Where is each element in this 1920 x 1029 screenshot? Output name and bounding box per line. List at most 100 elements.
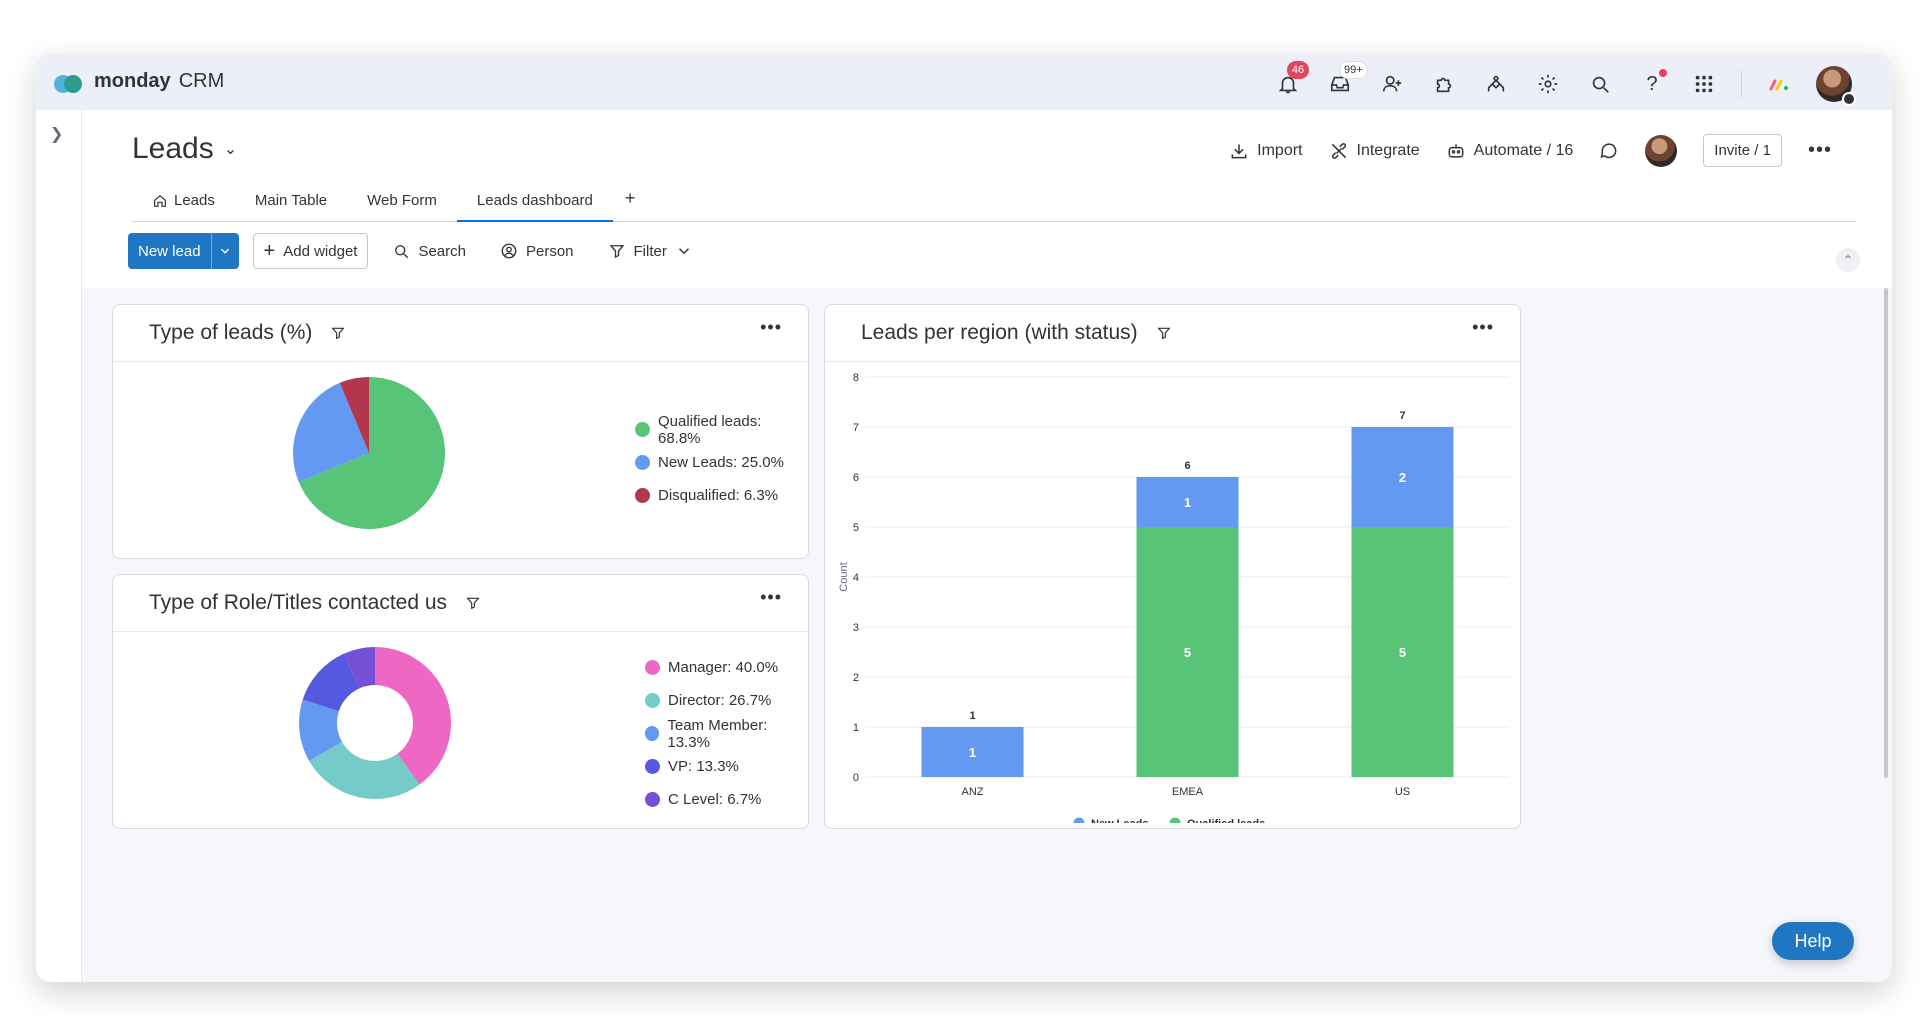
x-tick-label: EMEA [1172, 786, 1204, 798]
roles-legend: Manager: 40.0% Director: 26.7% Team Memb… [645, 651, 808, 816]
legend-label: Disqualified: 6.3% [658, 487, 779, 504]
apps-grid-button[interactable] [1689, 69, 1719, 99]
new-lead-dropdown[interactable] [210, 233, 239, 269]
tab-label: Web Form [367, 192, 437, 209]
legend-swatch [1169, 817, 1181, 823]
legend-label: Qualified leads: 68.8% [657, 412, 762, 447]
widget-title-text: Type of Role/Titles contacted us [149, 591, 448, 614]
bar-total-label: 6 [1184, 460, 1190, 472]
widget-title: Type of Role/Titles contacted us [149, 591, 481, 615]
legend-swatch [645, 792, 660, 807]
legend-label: C Level: 6.7% [668, 791, 762, 808]
tab-leads[interactable]: Leads [132, 192, 235, 221]
y-tick-label: 6 [853, 472, 859, 484]
widget-menu-icon[interactable]: ••• [760, 587, 782, 608]
puzzle-icon [1436, 77, 1452, 93]
region-bar-chart: 0 1 2 3 4 5 6 7 8 Count 1 1 ANZ 5 1 6 EMEA 5 2 7 US New Leads… [838, 372, 1510, 823]
widget-type-of-leads: Type of leads (%) ••• Qualified leads: 6… [112, 304, 809, 559]
comment-icon [1600, 142, 1617, 158]
y-tick-label: 4 [853, 572, 859, 584]
person-circle-icon [501, 243, 517, 259]
widget-title: Leads per region (with status) [861, 321, 1172, 345]
integrate-label: Integrate [1356, 141, 1420, 159]
robot-icon [1448, 143, 1464, 158]
legend-label: Team Member: 13.3% [667, 716, 768, 751]
avatar-status-icon [1842, 92, 1856, 106]
tab-main-table[interactable]: Main Table [235, 192, 347, 221]
roles-donut-chart [299, 647, 451, 799]
apps-marketplace-button[interactable] [1429, 69, 1459, 99]
settings-button[interactable] [1533, 69, 1563, 99]
user-avatar[interactable] [1816, 66, 1856, 106]
updates-button[interactable] [1599, 141, 1619, 161]
board-owner-avatar[interactable] [1645, 134, 1678, 167]
import-button[interactable]: Import [1229, 141, 1303, 161]
filter-label: Filter [633, 242, 667, 260]
chevron-down-icon[interactable] [675, 242, 693, 260]
filter-button[interactable]: Filter [598, 242, 703, 260]
widget-menu-icon[interactable]: ••• [1472, 317, 1494, 338]
add-view-button[interactable]: + [613, 188, 648, 221]
teams-button[interactable] [1481, 69, 1511, 99]
person-filter-button[interactable]: Person [490, 242, 584, 260]
tab-leads-dashboard[interactable]: Leads dashboard [456, 192, 613, 222]
search-label: Search [418, 242, 466, 260]
legend-label[interactable]: Qualified leads [1187, 818, 1265, 823]
search-filter-button[interactable]: Search [382, 242, 476, 260]
brand-product: CRM [178, 70, 225, 92]
legend-item: Director: 26.7% [645, 684, 808, 717]
brand-logo[interactable]: monday CRM [54, 70, 224, 93]
gear-icon [1538, 74, 1558, 94]
grid-icon [1695, 75, 1713, 93]
board-title[interactable]: Leads ⌄ [132, 132, 237, 166]
monday-products-icon[interactable] [1764, 69, 1794, 99]
collapse-header-icon[interactable]: ⌃ [1836, 248, 1860, 272]
chevron-down-icon [221, 248, 230, 254]
filter-icon[interactable] [465, 595, 481, 611]
x-tick-label: US [1395, 786, 1410, 798]
widget-menu-icon[interactable]: ••• [760, 317, 782, 338]
leads-legend: Qualified leads: 68.8% New Leads: 25.0% … [635, 413, 808, 512]
dashboard-toolbar: New lead + Add widget Search Person Filt… [128, 233, 703, 269]
board-more-icon[interactable]: ••• [1808, 139, 1832, 162]
filter-icon [609, 245, 624, 259]
filter-icon[interactable] [330, 325, 346, 341]
question-icon: ? [1646, 72, 1658, 95]
legend-swatch [645, 726, 660, 741]
help-menu-button[interactable]: ? [1637, 69, 1667, 99]
widget-title-text: Type of leads (%) [149, 321, 313, 344]
tab-label: Leads [174, 192, 215, 209]
invite-button[interactable]: Invite / 1 [1703, 134, 1782, 167]
widget-divider [825, 361, 1520, 362]
expand-sidebar-icon[interactable]: ❯ [50, 124, 63, 144]
bar-total-label: 1 [969, 710, 975, 722]
automate-label: Automate / 16 [1473, 141, 1574, 159]
filter-icon[interactable] [1156, 325, 1172, 341]
legend-item: Team Member: 13.3% [645, 716, 808, 751]
legend-item: C Level: 6.7% [645, 783, 808, 816]
legend-label: Director: 26.7% [668, 692, 772, 709]
notifications-button[interactable]: 46 [1273, 61, 1309, 99]
invite-members-button[interactable] [1377, 69, 1407, 99]
tab-web-form[interactable]: Web Form [347, 192, 457, 221]
bar-total-label: 7 [1399, 410, 1405, 422]
bar-value-label: 5 [1399, 645, 1406, 660]
notifications-badge: 46 [1287, 61, 1309, 79]
help-alert-dot [1659, 69, 1667, 77]
legend-swatch [635, 455, 650, 470]
automate-button[interactable]: Automate / 16 [1446, 141, 1574, 161]
add-widget-button[interactable]: + Add widget [252, 233, 369, 269]
y-tick-label: 2 [853, 672, 859, 684]
dashboard-scrollbar[interactable] [1884, 288, 1888, 778]
legend-label[interactable]: New Leads [1091, 818, 1148, 823]
monday-mark-icon [1769, 79, 1788, 91]
legend-swatch [1073, 817, 1085, 823]
search-button[interactable] [1585, 69, 1615, 99]
legend-item: Disqualified: 6.3% [635, 479, 808, 512]
integrate-button[interactable]: Integrate [1329, 141, 1420, 161]
help-button[interactable]: Help [1772, 922, 1854, 960]
inbox-button[interactable]: 99+ [1325, 61, 1368, 99]
new-lead-button[interactable]: New lead [128, 233, 239, 269]
legend-label: New Leads: 25.0% [658, 454, 784, 471]
widget-title-text: Leads per region (with status) [861, 321, 1138, 344]
